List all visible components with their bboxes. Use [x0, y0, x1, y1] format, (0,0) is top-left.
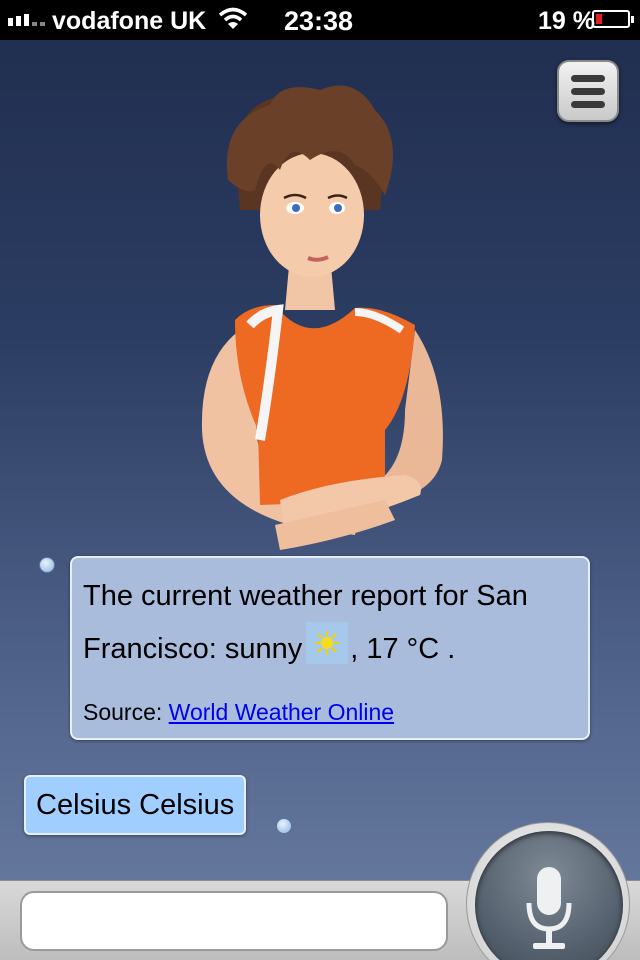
bot-message-line-2-suffix: , 17 °C . — [350, 633, 456, 665]
battery-icon — [592, 10, 634, 28]
bot-message-line-2-prefix: Francisco: sunny — [83, 633, 303, 665]
status-bar: vodafone UK 23:38 19 % — [0, 0, 640, 40]
status-time: 23:38 — [284, 6, 354, 36]
assistant-avatar — [201, 85, 443, 550]
microphone-icon — [526, 867, 572, 949]
menu-button[interactable] — [557, 60, 619, 122]
battery-percent: 19 % — [538, 7, 595, 35]
user-message-bubble: Celsius Celsius — [24, 775, 247, 835]
microphone-button[interactable] — [466, 822, 630, 960]
bot-message-bubble: The current weather report for San Franc… — [70, 556, 590, 740]
source-link[interactable]: World Weather Online — [169, 699, 394, 725]
carrier-name: vodafone UK — [52, 7, 207, 35]
bot-message-line-2: Francisco: sunny , 17 °C . — [83, 622, 578, 675]
source-line: Source: World Weather Online — [83, 697, 578, 727]
user-bubble-tail — [276, 818, 292, 834]
bot-bubble-tail — [39, 557, 55, 573]
signal-strength-icon — [8, 14, 45, 26]
sun-icon — [306, 622, 349, 664]
message-input[interactable] — [20, 891, 448, 951]
wifi-icon — [218, 7, 248, 38]
bot-message-line-1: The current weather report for San — [83, 580, 528, 612]
source-label: Source: — [83, 699, 163, 725]
